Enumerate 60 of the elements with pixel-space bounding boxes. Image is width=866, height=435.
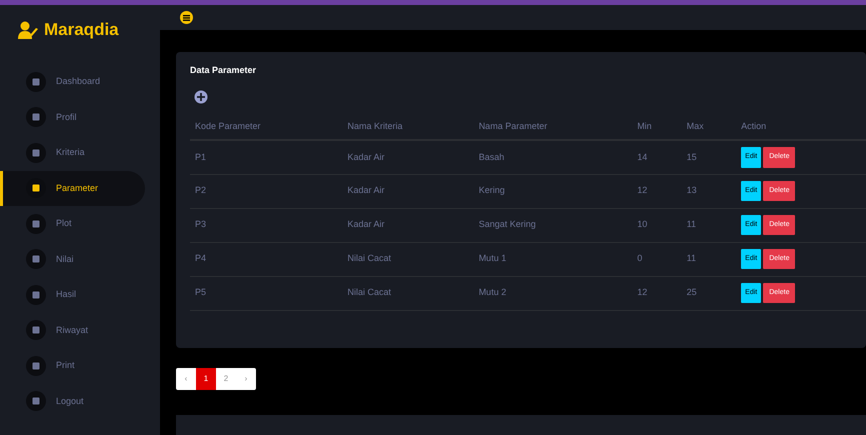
column-header: Max [682,114,736,140]
page-button[interactable]: ‹ [176,368,196,390]
table-cell: P5 [190,276,342,310]
page-button[interactable]: 1 [196,368,216,390]
user-icon [18,21,38,39]
table-cell: Mutu 2 [474,276,632,310]
table-cell: 10 [632,208,682,242]
table-cell: 13 [682,174,736,208]
sidebar-item[interactable]: Plot [0,206,145,242]
table-cell: 25 [682,276,736,310]
menu-item-icon [32,78,40,86]
sidebar-item[interactable]: Riwayat [0,312,145,348]
menu-item-icon [32,220,40,228]
table-cell: 0 [632,242,682,276]
brand-name: Maraqdia [44,19,119,42]
sidebar-item[interactable]: Parameter [0,170,145,206]
sidebar-item[interactable]: Dashboard [0,64,145,100]
column-header: Min [632,114,682,140]
menu-icon [183,14,190,20]
menu-item-icon [32,362,40,370]
table-cell: Kadar Air [342,174,474,208]
menu-item-icon [32,326,40,334]
table-cell: P1 [190,140,342,174]
table-cell: 14 [632,140,682,174]
table-cell: Sangat Kering [474,208,632,242]
table-cell: P4 [190,242,342,276]
menu-item-icon [32,148,40,157]
menu-item-icon [32,255,40,264]
table-cell: Basah [474,140,632,174]
column-header: Kode Parameter [190,114,342,140]
column-header: Nama Kriteria [342,114,474,140]
table-cell: 11 [682,208,736,242]
table-cell: 12 [632,276,682,310]
table-cell: Kadar Air [342,208,474,242]
table-cell: 11 [682,242,736,276]
table-cell: Nilai Cacat [342,242,474,276]
page-button[interactable]: 2 [216,368,236,390]
table-cell: Kadar Air [342,140,474,174]
table-cell: Nilai Cacat [342,276,474,310]
sidebar-item[interactable]: Hasil [0,277,145,312]
card-title: Data Parameter [190,64,258,77]
sidebar-item[interactable]: Kriteria [0,135,145,170]
menu-item-icon [32,397,40,406]
table-cell: P3 [190,208,342,242]
menu-item-icon [32,184,40,192]
sidebar-item[interactable]: Print [0,348,145,384]
menu-item-icon [32,113,40,122]
menu-item-icon [32,290,40,299]
sidebar-item[interactable]: Nilai [0,242,145,277]
table-cell: P2 [190,174,342,208]
table-cell: 12 [632,174,682,208]
sidebar-item[interactable]: Profil [0,100,145,135]
page-button[interactable]: › [236,368,256,390]
table-cell: 15 [682,140,736,174]
table-cell: Kering [474,174,632,208]
table-cell: Mutu 1 [474,242,632,276]
column-header: Action [736,114,866,140]
column-header: Nama Parameter [474,114,632,140]
sidebar-item[interactable]: Logout [0,384,145,419]
menu-toggle-button[interactable] [180,11,193,24]
